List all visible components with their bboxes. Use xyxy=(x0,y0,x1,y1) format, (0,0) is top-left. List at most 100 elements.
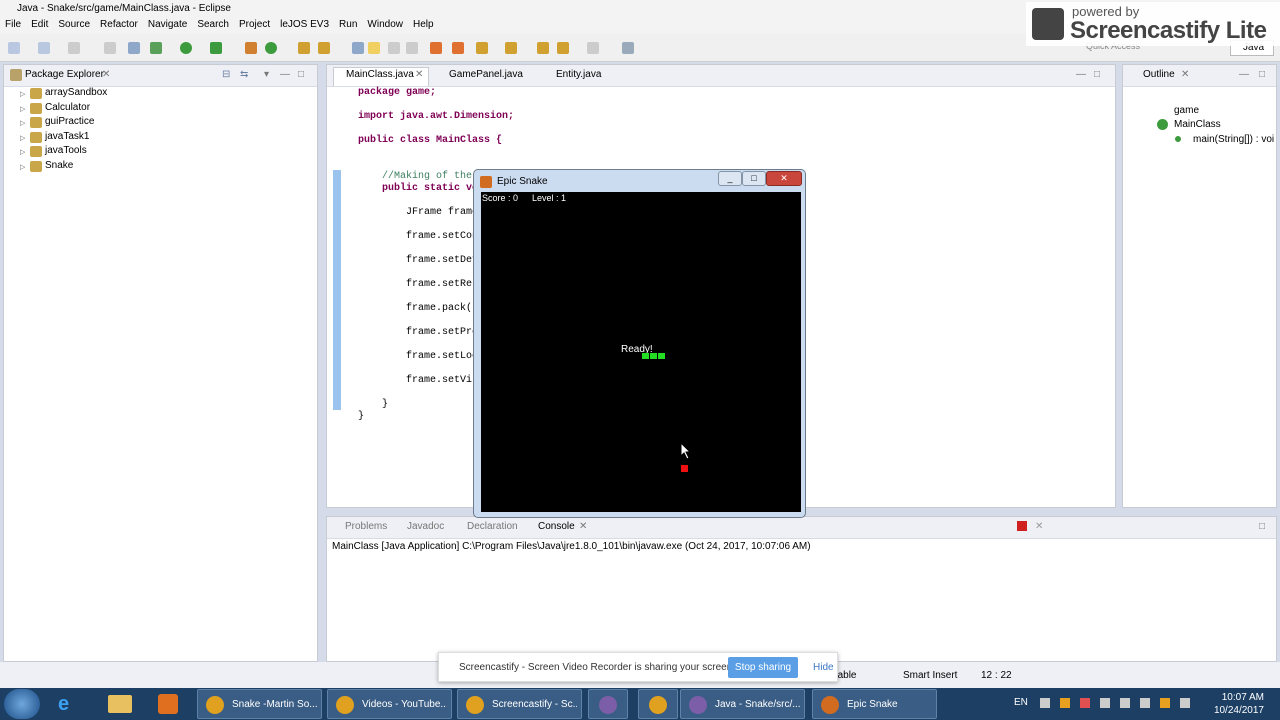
menu-edit[interactable]: Edit xyxy=(26,18,53,30)
new-icon[interactable] xyxy=(8,42,20,54)
tab-console[interactable]: Console xyxy=(538,521,575,532)
internet-explorer-icon[interactable]: e xyxy=(58,693,82,715)
file-explorer-icon[interactable] xyxy=(108,695,132,713)
menu-lejos[interactable]: leJOS EV3 xyxy=(275,18,334,30)
tab-package-explorer[interactable]: Package Explorer xyxy=(25,69,104,80)
last-edit-icon[interactable] xyxy=(537,42,549,54)
pin-editor-icon[interactable] xyxy=(622,42,634,54)
forward-icon[interactable] xyxy=(587,42,599,54)
maximize-icon[interactable]: □ xyxy=(1259,521,1265,532)
clock[interactable]: 10:07 AM 10/24/2017 xyxy=(1214,691,1264,717)
menu-source[interactable]: Source xyxy=(53,18,95,30)
minimize-icon[interactable]: — xyxy=(1076,69,1086,80)
maximize-icon[interactable]: □ xyxy=(1259,69,1265,80)
coverage-icon[interactable] xyxy=(210,42,222,54)
taskbar-item[interactable]: Videos - YouTube... xyxy=(327,689,452,719)
prev-edit-icon[interactable] xyxy=(505,42,517,54)
new-class-icon[interactable] xyxy=(265,42,277,54)
minimize-button[interactable]: _ xyxy=(718,171,742,186)
minimize-icon[interactable]: — xyxy=(1239,69,1249,80)
taskbar-item[interactable] xyxy=(638,689,678,719)
back-icon[interactable] xyxy=(557,42,569,54)
outline-package[interactable]: game xyxy=(1174,105,1199,116)
menu-run[interactable]: Run xyxy=(334,18,362,30)
expand-arrow-icon[interactable]: ▷ xyxy=(20,163,25,171)
minimize-icon[interactable]: — xyxy=(280,69,290,80)
menu-window[interactable]: Window xyxy=(362,18,408,30)
taskbar-item[interactable]: Java - Snake/src/... xyxy=(680,689,805,719)
start-button[interactable] xyxy=(4,689,40,719)
hide-button[interactable]: Hide xyxy=(813,662,834,673)
tab-javadoc[interactable]: Javadoc xyxy=(407,521,444,532)
tab-outline[interactable]: Outline xyxy=(1143,69,1175,80)
tray-usb-icon[interactable] xyxy=(1100,698,1110,708)
tray-java-icon[interactable] xyxy=(1060,698,1070,708)
expand-arrow-icon[interactable]: ▷ xyxy=(20,119,25,127)
open-icon[interactable] xyxy=(38,42,50,54)
link-editor-icon[interactable]: ⇆ xyxy=(240,69,248,80)
menu-refactor[interactable]: Refactor xyxy=(95,18,143,30)
tree-item[interactable]: ▷ javaTask1 xyxy=(4,131,317,146)
menu-project[interactable]: Project xyxy=(234,18,275,30)
lejos-upload-icon[interactable] xyxy=(430,42,442,54)
close-icon[interactable]: ✕ xyxy=(102,69,110,80)
expand-arrow-icon[interactable]: ▷ xyxy=(20,105,25,113)
taskbar-item[interactable]: Snake -Martin So... xyxy=(197,689,322,719)
system-tray[interactable] xyxy=(1040,698,1200,710)
block-selection-icon[interactable] xyxy=(388,42,400,54)
close-icon[interactable]: ✕ xyxy=(1181,69,1189,80)
menu-navigate[interactable]: Navigate xyxy=(143,18,192,30)
tray-chrome-icon[interactable] xyxy=(1160,698,1170,708)
tray-network-icon[interactable] xyxy=(1140,698,1150,708)
outline-method[interactable]: main(String[]) : voi xyxy=(1193,134,1274,145)
view-menu-icon[interactable]: ▾ xyxy=(264,69,269,80)
menu-search[interactable]: Search xyxy=(192,18,234,30)
remove-launch-icon[interactable]: ✕ xyxy=(1035,521,1043,532)
tab-declaration[interactable]: Declaration xyxy=(467,521,518,532)
search-icon[interactable] xyxy=(318,42,330,54)
outline-class[interactable]: MainClass xyxy=(1174,119,1221,130)
open-type-icon[interactable] xyxy=(298,42,310,54)
close-icon[interactable]: ✕ xyxy=(579,521,587,532)
new-java-project-icon[interactable] xyxy=(245,42,257,54)
maximize-icon[interactable]: □ xyxy=(1094,69,1100,80)
menu-file[interactable]: File xyxy=(0,18,26,30)
maximize-button[interactable]: □ xyxy=(742,171,766,186)
lejos-run-icon[interactable] xyxy=(452,42,464,54)
tray-app-icon[interactable] xyxy=(1080,698,1090,708)
tab-problems[interactable]: Problems xyxy=(345,521,387,532)
tree-item[interactable]: ▷ Snake xyxy=(4,160,317,175)
close-button[interactable]: ✕ xyxy=(766,171,802,186)
tree-item[interactable]: ▷ arraySandbox xyxy=(4,87,317,102)
terminate-icon[interactable] xyxy=(1017,521,1027,531)
skip-breakpoints-icon[interactable] xyxy=(128,42,140,54)
tab-mainclass[interactable]: MainClass.java xyxy=(346,69,414,80)
expand-arrow-icon[interactable]: ▷ xyxy=(20,148,25,156)
tree-item[interactable]: ▷ guiPractice xyxy=(4,116,317,131)
taskbar-item[interactable] xyxy=(588,689,628,719)
taskbar-item[interactable]: Screencastify - Sc... xyxy=(457,689,582,719)
debug-icon[interactable] xyxy=(150,42,162,54)
tray-volume-icon[interactable] xyxy=(1120,698,1130,708)
maximize-icon[interactable]: □ xyxy=(298,69,304,80)
collapse-all-icon[interactable]: ⊟ xyxy=(222,69,230,80)
show-whitespace-icon[interactable] xyxy=(406,42,418,54)
next-edit-icon[interactable] xyxy=(476,42,488,54)
tray-flag-icon[interactable] xyxy=(1040,698,1050,708)
run-icon[interactable] xyxy=(180,42,192,54)
taskbar-item[interactable]: Epic Snake xyxy=(812,689,937,719)
menu-help[interactable]: Help xyxy=(408,18,439,30)
close-icon[interactable]: ✕ xyxy=(415,69,423,80)
language-indicator[interactable]: EN xyxy=(1014,697,1028,708)
mark-occurrences-icon[interactable] xyxy=(368,42,380,54)
tab-gamepanel[interactable]: GamePanel.java xyxy=(449,69,523,80)
next-annotation-icon[interactable] xyxy=(352,42,364,54)
print-icon[interactable] xyxy=(104,42,116,54)
tab-entity[interactable]: Entity.java xyxy=(556,69,601,80)
tray-battery-icon[interactable] xyxy=(1180,698,1190,708)
stop-sharing-button[interactable]: Stop sharing xyxy=(728,657,798,678)
tree-item[interactable]: ▷ javaTools xyxy=(4,145,317,160)
save-icon[interactable] xyxy=(68,42,80,54)
game-canvas[interactable]: Score : 0 Level : 1 Ready! xyxy=(481,192,801,512)
tree-item[interactable]: ▷ Calculator xyxy=(4,102,317,117)
